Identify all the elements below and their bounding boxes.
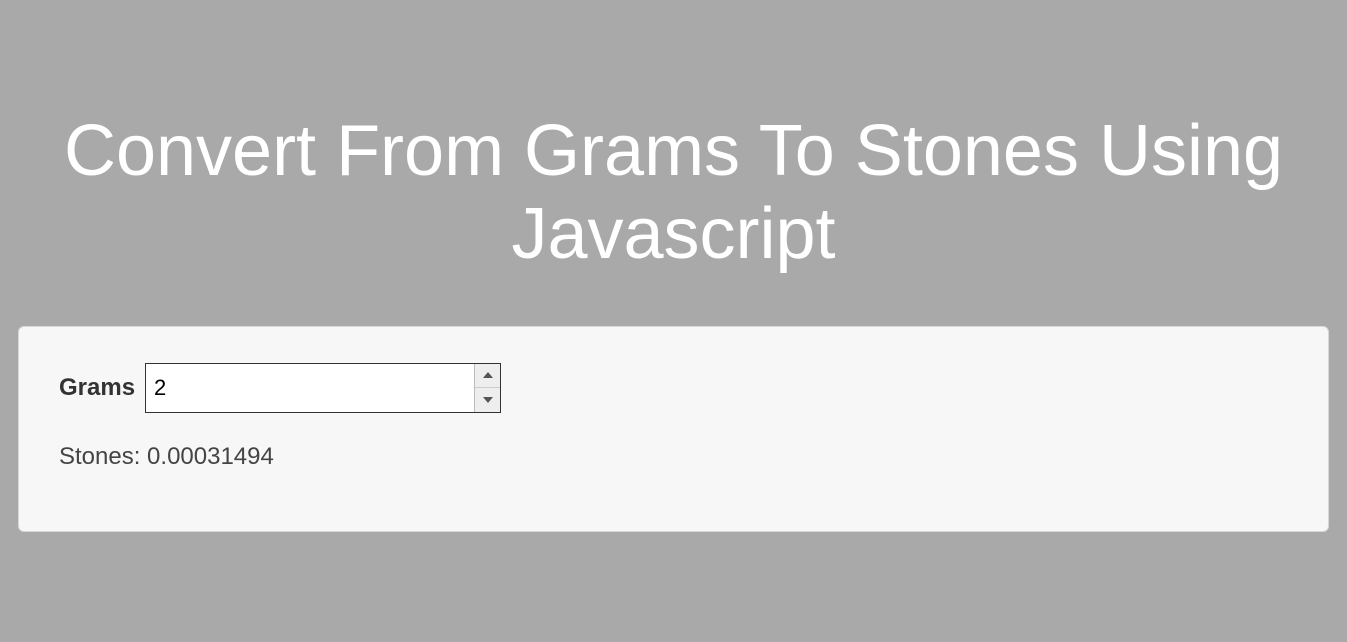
page-title: Convert From Grams To Stones Using Javas…	[0, 0, 1347, 326]
grams-stepper	[474, 364, 500, 412]
grams-label: Grams	[59, 374, 135, 402]
stepper-up-button[interactable]	[475, 364, 500, 389]
chevron-up-icon	[483, 372, 493, 378]
stones-result: Stones: 0.00031494	[59, 443, 1288, 471]
grams-input-wrapper	[145, 363, 501, 413]
grams-input[interactable]	[146, 364, 474, 412]
stepper-down-button[interactable]	[475, 388, 500, 412]
chevron-down-icon	[483, 397, 493, 403]
grams-input-row: Grams	[59, 363, 1288, 413]
converter-panel: Grams Stones: 0.00031494	[18, 326, 1329, 532]
